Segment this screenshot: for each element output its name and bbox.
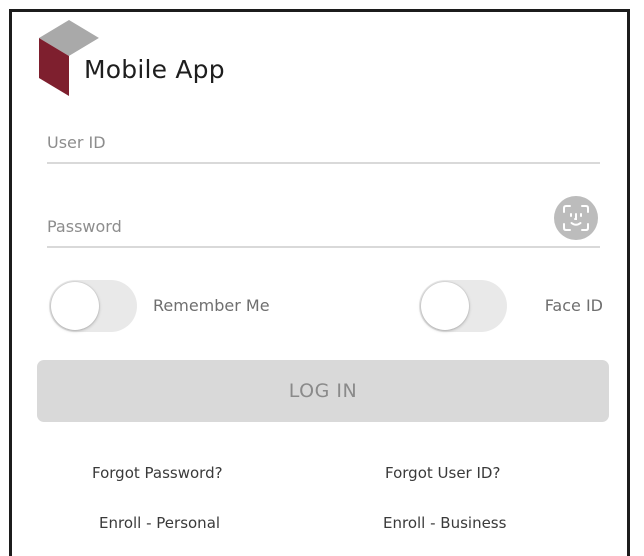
password-field	[47, 196, 600, 248]
toggle-knob	[421, 282, 469, 330]
face-id-login-button[interactable]	[554, 196, 598, 240]
app-title: Mobile App	[84, 55, 225, 84]
user-id-field	[47, 120, 600, 164]
options-row: Remember Me Face ID	[47, 280, 603, 334]
toggle-knob	[51, 282, 99, 330]
user-id-input[interactable]	[47, 133, 517, 152]
forgot-user-id-link[interactable]: Forgot User ID?	[385, 464, 500, 482]
remember-me-label: Remember Me	[153, 296, 270, 315]
forgot-password-link[interactable]: Forgot Password?	[92, 464, 223, 482]
face-scan-icon	[563, 205, 589, 231]
face-id-toggle[interactable]	[419, 280, 507, 332]
login-panel: Mobile App Remember Me Face ID	[9, 9, 630, 556]
enroll-business-link[interactable]: Enroll - Business	[383, 514, 506, 532]
login-button[interactable]: LOG IN	[37, 360, 609, 422]
enroll-personal-link[interactable]: Enroll - Personal	[99, 514, 220, 532]
face-id-label: Face ID	[544, 296, 603, 315]
remember-me-toggle[interactable]	[49, 280, 137, 332]
password-input[interactable]	[47, 217, 517, 236]
